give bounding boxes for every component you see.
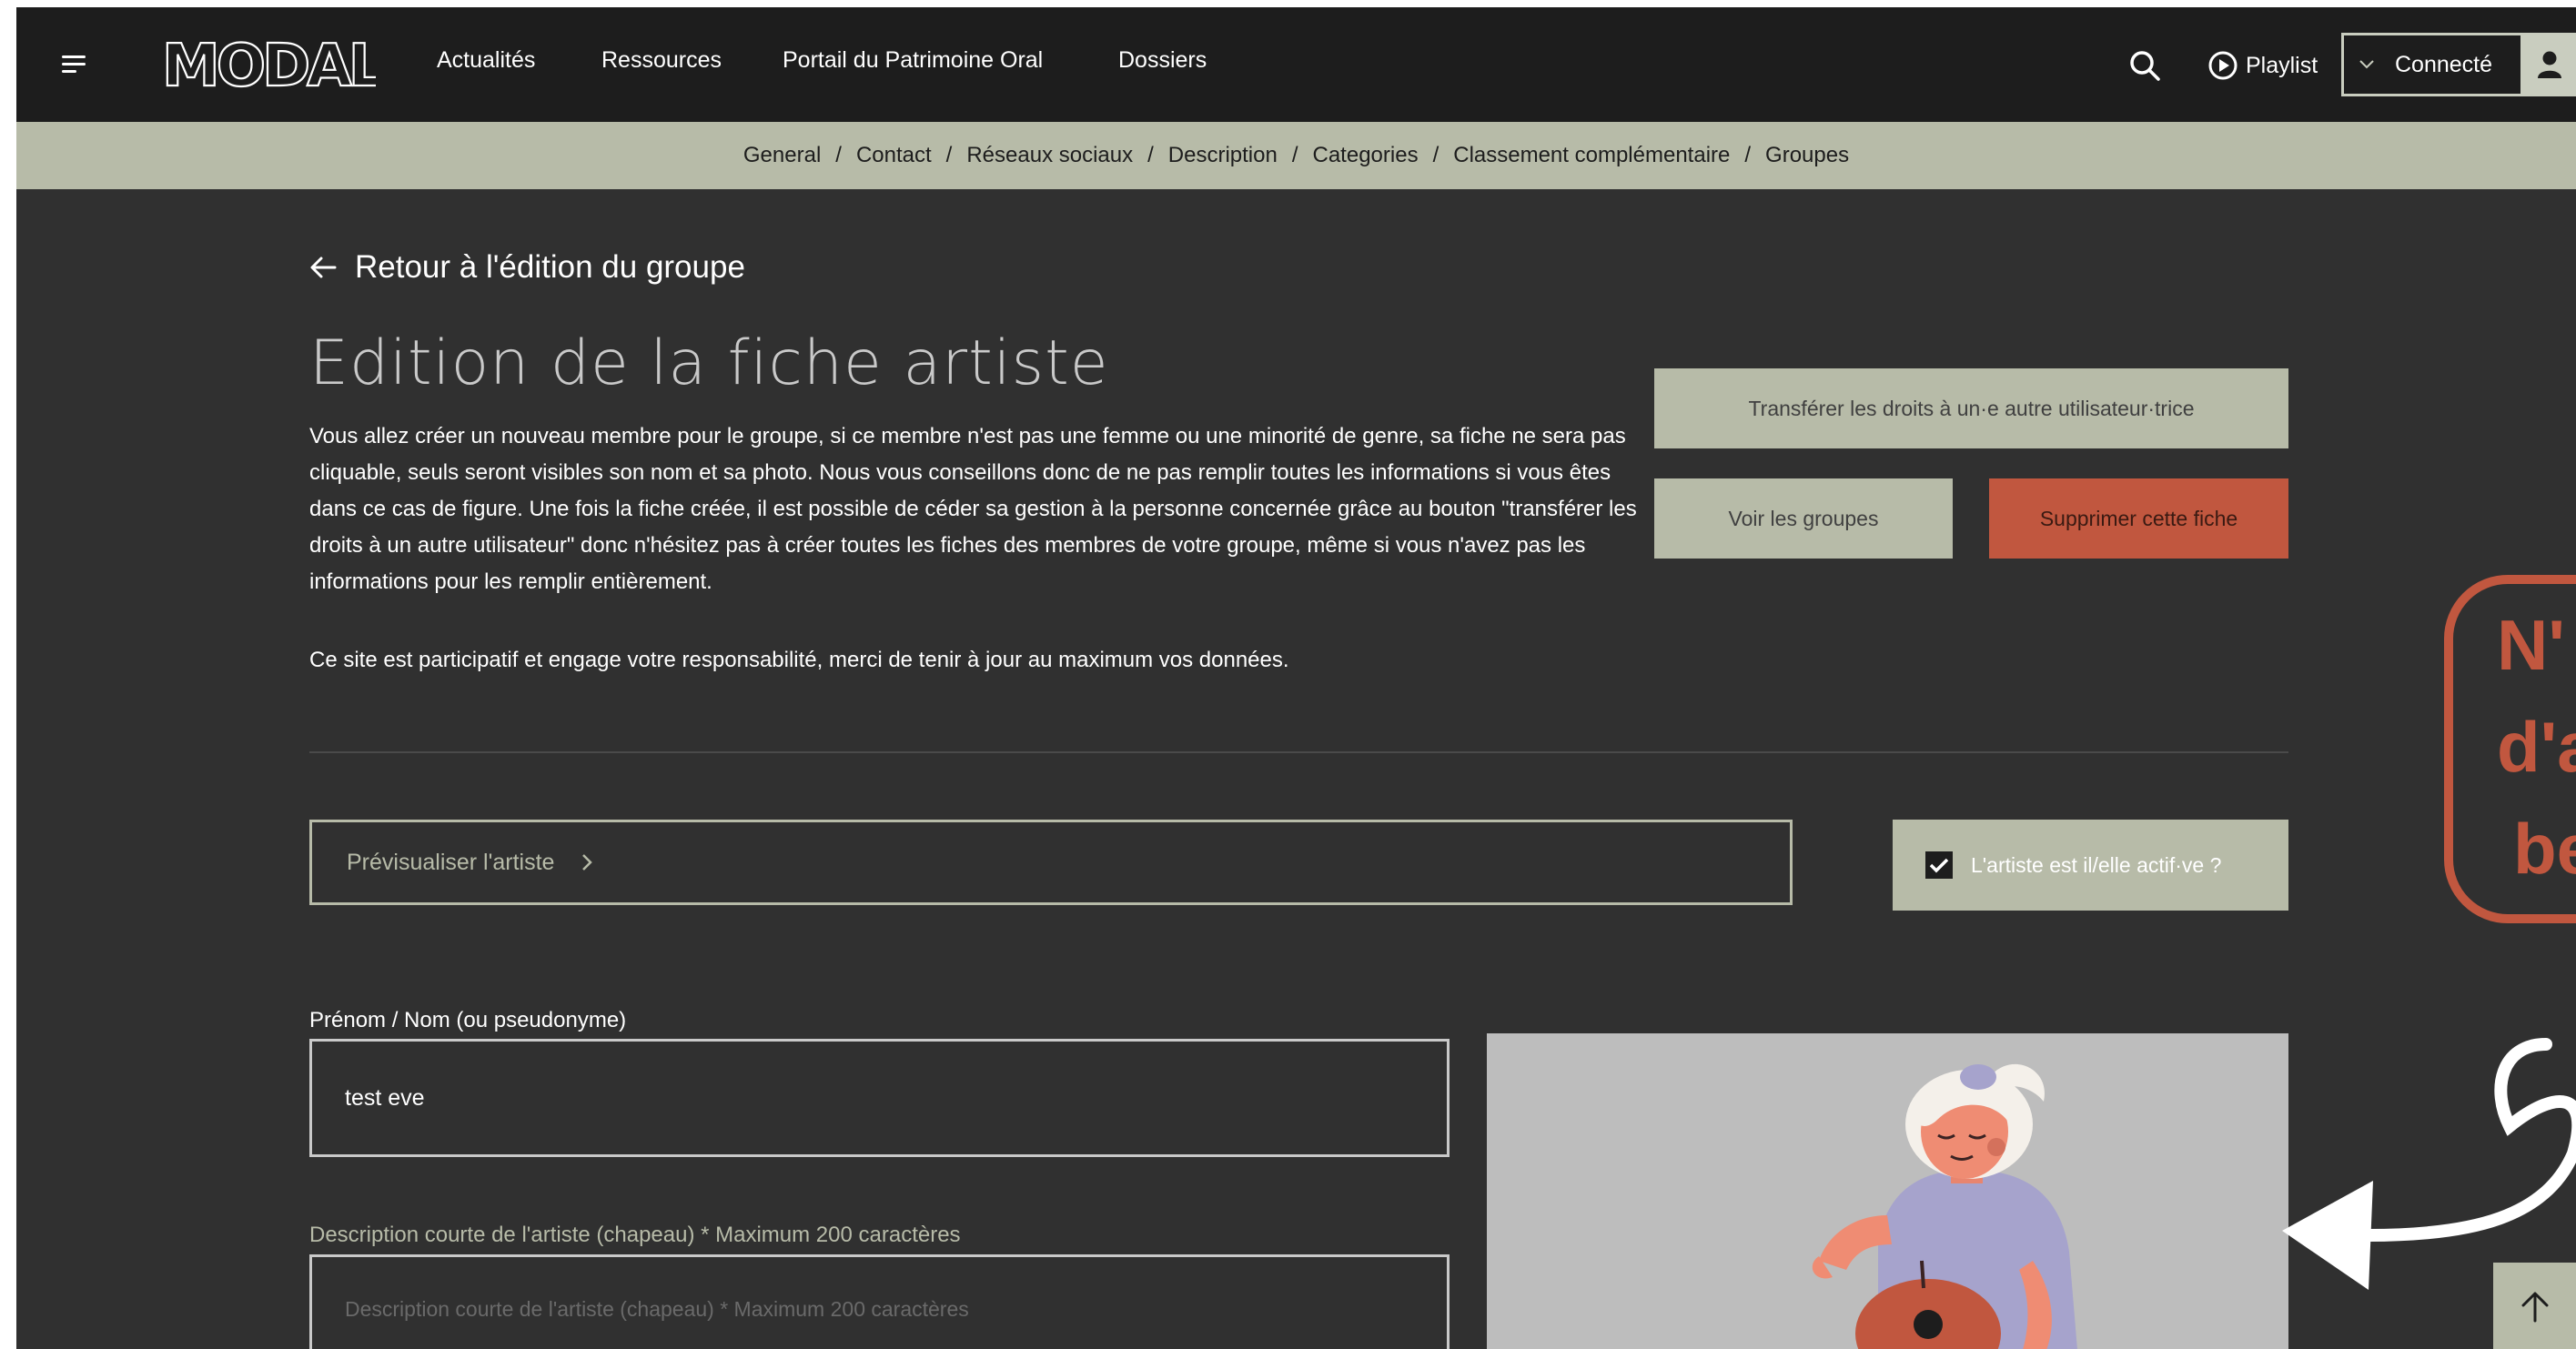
back-link[interactable]: Retour à l'édition du groupe: [309, 249, 745, 286]
tab-separator: /: [1147, 143, 1154, 167]
play-circle-icon: [2208, 51, 2238, 80]
nav-link-actualites[interactable]: Actualités: [437, 47, 535, 74]
guitarist-illustration: [1812, 1063, 2077, 1349]
active-checkbox[interactable]: [1925, 851, 1953, 879]
section-tabs: General / Contact / Réseaux sociaux / De…: [16, 122, 2576, 189]
curved-arrow-icon: [2282, 1038, 2576, 1290]
page-title: Edition de la fiche artiste: [309, 327, 1109, 399]
tab-separator: /: [945, 143, 953, 167]
artist-active-toggle[interactable]: L'artiste est il/elle actif·ve ?: [1893, 820, 2288, 911]
checkmark-icon: [1929, 858, 1949, 873]
tab-reseaux-sociaux[interactable]: Réseaux sociaux: [966, 143, 1133, 168]
name-label: Prénom / Nom (ou pseudonyme): [309, 1008, 627, 1032]
tab-general[interactable]: General: [743, 143, 821, 168]
arrow-up-icon: [2521, 1292, 2548, 1322]
tab-separator: /: [1432, 143, 1440, 167]
back-label: Retour à l'édition du groupe: [355, 249, 745, 285]
playlist-label: Playlist: [2246, 52, 2318, 78]
top-navigation: MODAL Actualités Ressources Portail du P…: [16, 7, 2576, 122]
tab-description[interactable]: Description: [1168, 143, 1278, 168]
arrow-left-icon: [310, 257, 337, 278]
tab-separator: /: [1744, 143, 1752, 167]
nav-link-ressources[interactable]: Ressources: [601, 47, 722, 74]
logo[interactable]: MODAL: [161, 32, 389, 101]
preview-artist-button[interactable]: Prévisualiser l'artiste: [309, 820, 1793, 905]
tab-separator: /: [1291, 143, 1298, 167]
short-description-field[interactable]: [309, 1254, 1450, 1349]
browser-viewport: MODAL Actualités Ressources Portail du P…: [16, 7, 2576, 1349]
delete-sheet-button[interactable]: Supprimer cette fiche: [1989, 478, 2288, 559]
nav-link-dossiers[interactable]: Dossiers: [1118, 47, 1207, 74]
chevron-right-icon: [582, 854, 593, 871]
promo-line: d'a: [2497, 707, 2576, 787]
transfer-rights-button[interactable]: Transférer les droits à un·e autre utili…: [1654, 368, 2288, 448]
account-dropdown[interactable]: Connecté: [2341, 33, 2523, 96]
description-label: Description courte de l'artiste (chapeau…: [309, 1223, 961, 1247]
promo-line: be: [2513, 809, 2576, 889]
intro-text: Vous allez créer un nouveau membre pour …: [309, 424, 1637, 594]
playlist-button[interactable]: Playlist: [2207, 47, 2318, 84]
user-icon[interactable]: [2523, 33, 2576, 96]
search-icon[interactable]: [2127, 48, 2164, 85]
menu-icon[interactable]: [58, 51, 91, 78]
nav-link-patrimoine[interactable]: Portail du Patrimoine Oral: [783, 47, 1043, 74]
active-label: L'artiste est il/elle actif·ve ?: [1971, 852, 2222, 877]
promo-line: N': [2497, 605, 2565, 685]
chevron-down-icon: [2359, 60, 2374, 69]
name-field[interactable]: [309, 1039, 1450, 1157]
tab-classement[interactable]: Classement complémentaire: [1453, 143, 1730, 168]
participation-notice: Ce site est participatif et engage votre…: [309, 648, 1289, 672]
tab-groupes[interactable]: Groupes: [1765, 143, 1849, 168]
tab-contact[interactable]: Contact: [856, 143, 932, 168]
tab-categories[interactable]: Categories: [1313, 143, 1419, 168]
tab-separator: /: [835, 143, 842, 167]
preview-label: Prévisualiser l'artiste: [347, 849, 555, 875]
view-groups-button[interactable]: Voir les groupes: [1654, 478, 1953, 559]
divider: [309, 751, 2288, 753]
scroll-to-top-button[interactable]: [2493, 1263, 2576, 1349]
artist-photo[interactable]: [1487, 1033, 2288, 1349]
logo-text: MODAL: [162, 35, 376, 95]
account-label: Connecté: [2395, 51, 2493, 77]
